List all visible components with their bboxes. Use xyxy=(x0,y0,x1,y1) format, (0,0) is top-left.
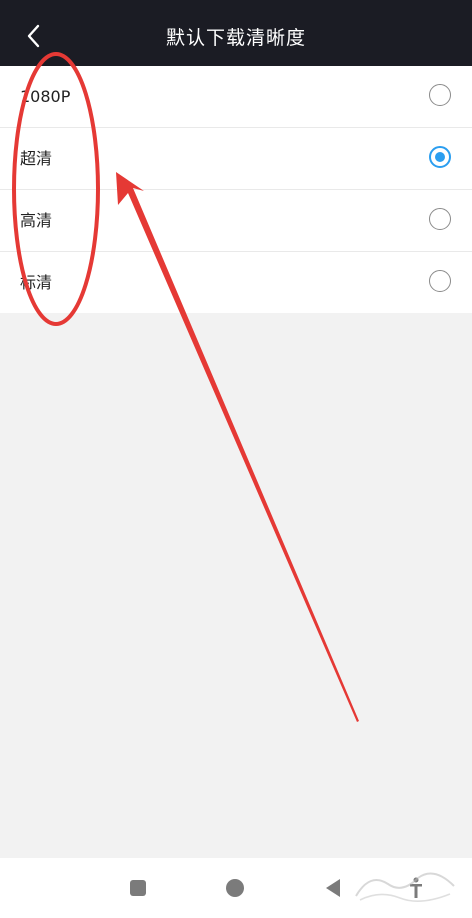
option-row-sd[interactable]: 标清 xyxy=(0,252,472,313)
home-icon[interactable] xyxy=(226,879,244,897)
resolution-option-list: 1080P 超清 高清 标清 xyxy=(0,66,472,313)
status-bar xyxy=(0,0,472,8)
radio-button[interactable] xyxy=(429,270,451,292)
page-title: 默认下载清晰度 xyxy=(165,27,306,49)
watermark-logo xyxy=(355,872,455,902)
option-label: 1080P xyxy=(20,87,71,106)
recent-apps-icon[interactable] xyxy=(130,880,146,896)
option-row-1080p[interactable]: 1080P xyxy=(0,66,472,128)
option-row-super-hd[interactable]: 超清 xyxy=(0,128,472,190)
back-icon[interactable] xyxy=(326,879,340,897)
radio-dot xyxy=(435,152,445,162)
settings-screen: 默认下载清晰度 1080P 超清 高清 标清 xyxy=(0,0,472,918)
option-row-hd[interactable]: 高清 xyxy=(0,190,472,252)
radio-button-selected[interactable] xyxy=(429,146,451,168)
radio-button[interactable] xyxy=(429,208,451,230)
option-label: 高清 xyxy=(20,211,53,230)
option-label: 超清 xyxy=(20,149,53,168)
option-label: 标清 xyxy=(20,273,53,292)
app-header: 默认下载清晰度 xyxy=(0,0,472,66)
radio-button[interactable] xyxy=(429,84,451,106)
